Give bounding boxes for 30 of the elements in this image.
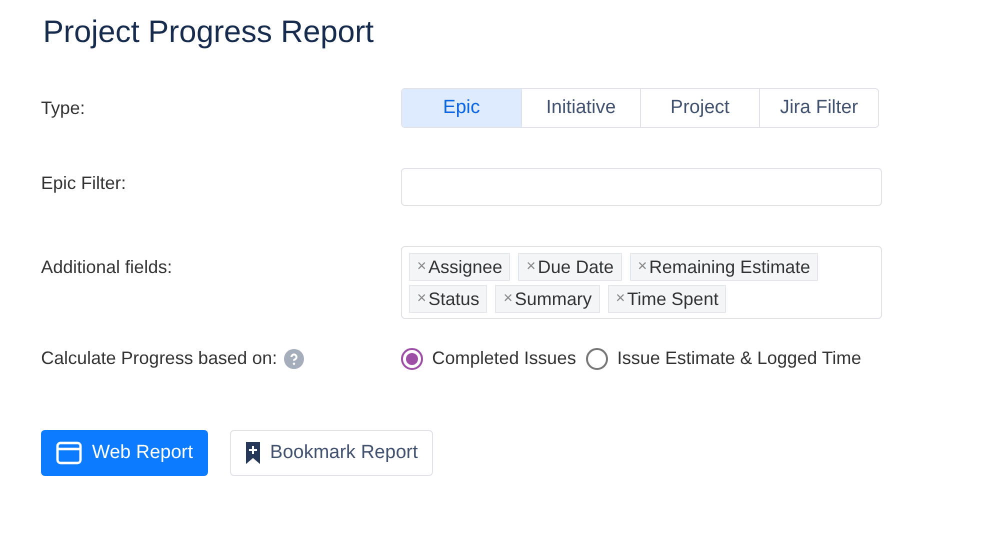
remove-tag-button[interactable]: ×: [503, 287, 513, 311]
type-label: Type:: [41, 96, 86, 120]
remove-tag-button[interactable]: ×: [616, 287, 626, 311]
type-tab[interactable]: Jira Filter: [759, 89, 878, 127]
epic-filter-field[interactable]: [401, 168, 882, 206]
radio-button[interactable]: [586, 348, 608, 370]
remove-tag-button[interactable]: ×: [638, 255, 648, 279]
bookmark-plus-icon: [245, 441, 262, 465]
radio-label: Issue Estimate & Logged Time: [617, 347, 862, 370]
epic-filter-label: Epic Filter:: [41, 172, 128, 195]
field-tag: ×Due Date: [518, 253, 622, 281]
additional-fields-label: Additional fields:: [41, 256, 174, 279]
field-tag: ×Time Spent: [608, 285, 726, 313]
remove-tag-button[interactable]: ×: [526, 255, 536, 279]
field-tag: ×Remaining Estimate: [630, 253, 818, 281]
remove-tag-button[interactable]: ×: [417, 255, 426, 279]
bookmark-report-button[interactable]: Bookmark Report: [230, 430, 433, 476]
radio-button[interactable]: [401, 348, 423, 370]
remove-tag-button[interactable]: ×: [417, 287, 426, 311]
field-tag: ×Assignee: [409, 253, 510, 281]
radio-label: Completed Issues: [432, 347, 576, 370]
fields-select[interactable]: ×Assignee ×Due Date ×Remaining Estimate ×Status ×Summary ×Time Spent: [401, 246, 882, 319]
page-title: Project Progress Report: [43, 13, 375, 51]
browser-window-icon: [56, 441, 82, 465]
type-tab[interactable]: Epic: [402, 89, 521, 127]
help-icon[interactable]: [284, 348, 304, 368]
field-tag: ×Summary: [495, 285, 600, 313]
progress-label: Calculate Progress based on:: [41, 347, 278, 370]
field-tag: ×Status: [409, 285, 488, 313]
web-report-button[interactable]: Web Report: [41, 430, 208, 476]
